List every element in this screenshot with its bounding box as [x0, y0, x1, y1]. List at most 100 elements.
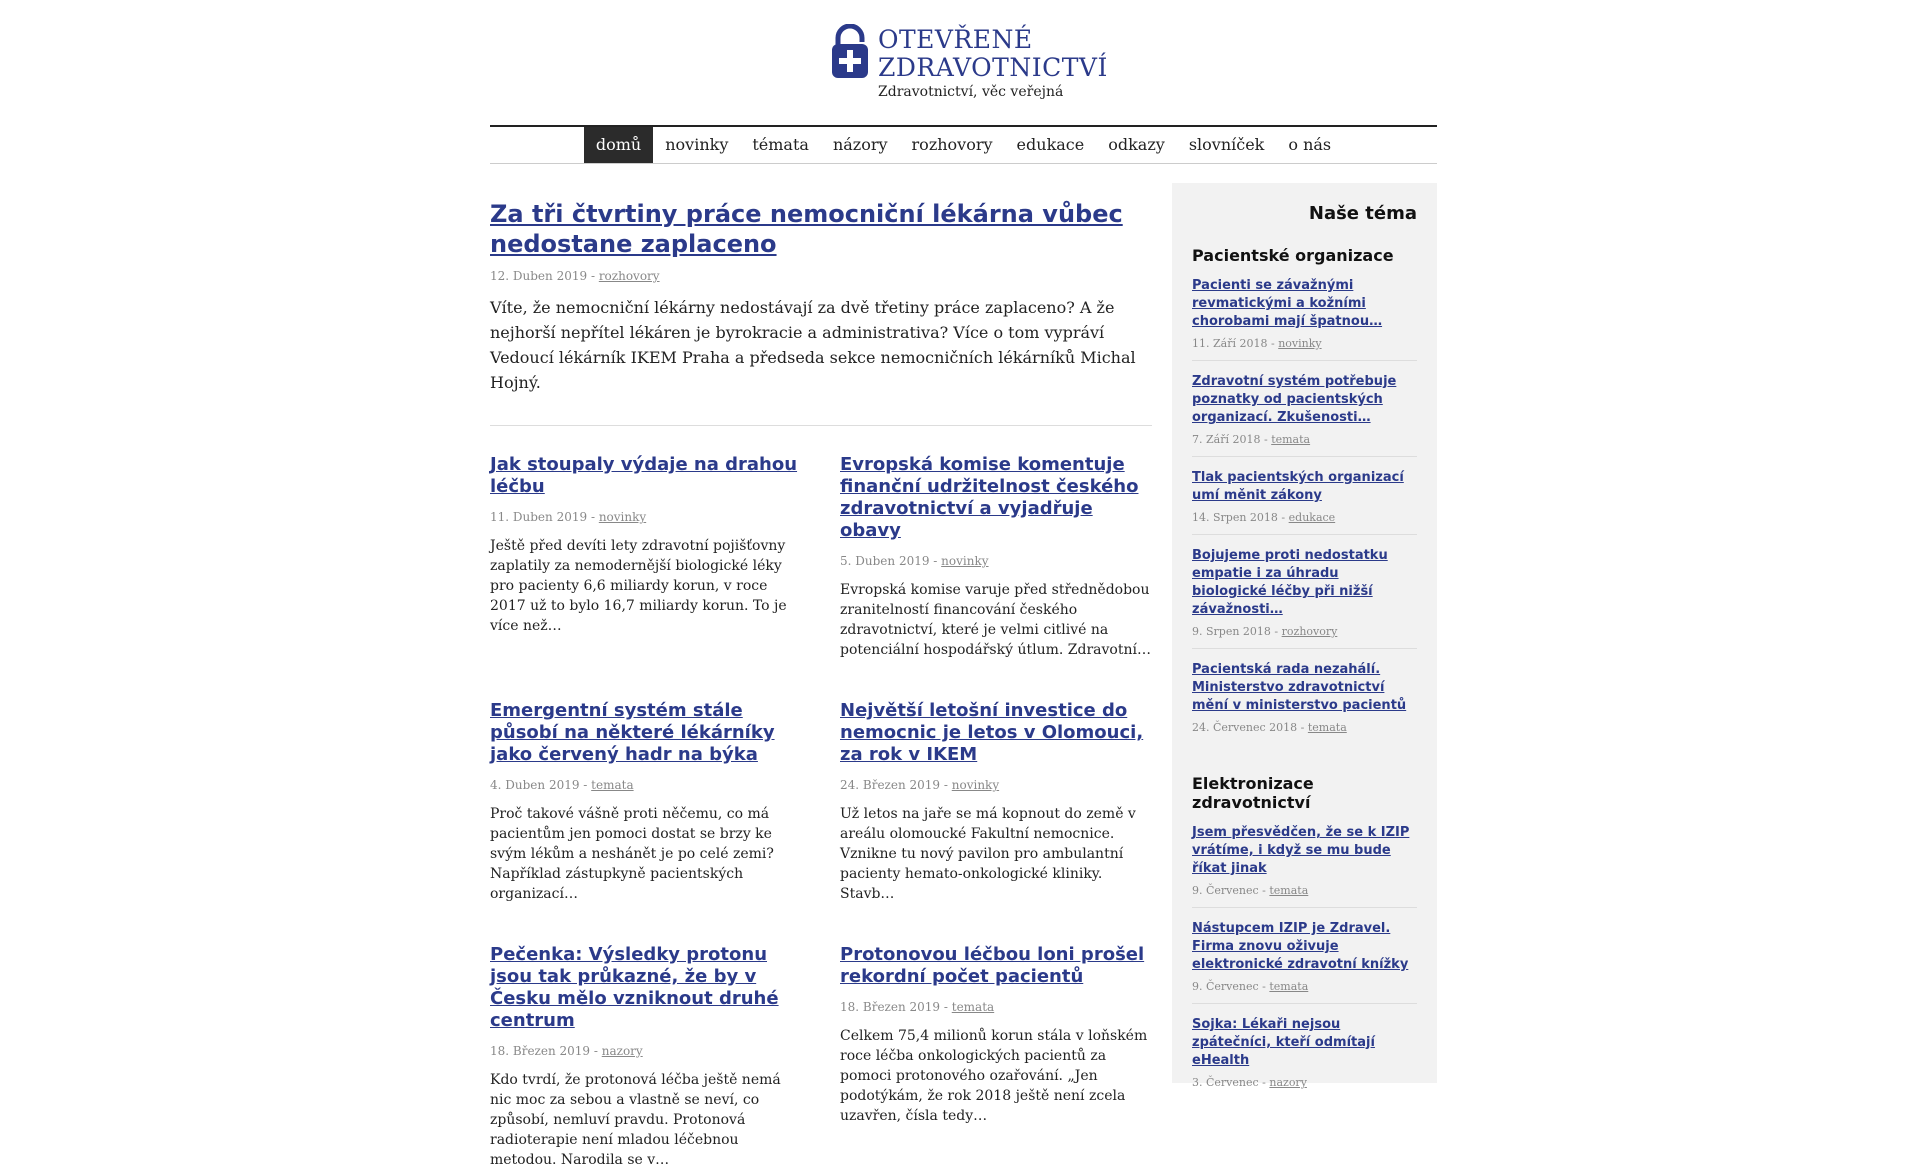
sidebar-article-meta: 3. Červenec - nazory	[1192, 1076, 1307, 1089]
article-card-date: 4. Duben 2019	[490, 778, 580, 792]
article-card-meta: 24. Březen 2019 - novinky	[840, 778, 1000, 792]
lead-article-category[interactable]: rozhovory	[599, 269, 660, 283]
article-card-category[interactable]: novinky	[952, 778, 999, 792]
main-content: Za tři čtvrtiny práce nemocniční lékárna…	[490, 185, 1152, 1170]
site-logo[interactable]: OTEVŘENÉ ZDRAVOTNICTVÍ Zdravotnictví, vě…	[830, 22, 1130, 112]
article-card-text: Už letos na jaře se má kopnout do země v…	[840, 806, 1136, 902]
article-card-category[interactable]: novinky	[941, 554, 988, 568]
sidebar-article-title[interactable]: Tlak pacientských organizací umí měnit z…	[1192, 469, 1417, 505]
article-card-meta: 4. Duben 2019 - temata	[490, 778, 634, 792]
article-card-meta: 5. Duben 2019 - novinky	[840, 554, 989, 568]
sidebar-section: Elektronizace zdravotnictví Jsem přesvědč…	[1192, 774, 1417, 1099]
sidebar-article-title[interactable]: Pacientská rada nezahálí. Ministerstvo z…	[1192, 661, 1417, 715]
article-card-text: Ještě před devíti lety zdravotní pojišťo…	[490, 538, 787, 634]
article-card: Pečenka: Výsledky protonu jsou tak průka…	[490, 944, 802, 1170]
article-card-text: Kdo tvrdí, že protonová léčba ještě nemá…	[490, 1072, 781, 1168]
padlock-cross-icon	[832, 24, 868, 78]
nav-item[interactable]: témata	[740, 127, 821, 163]
sidebar-article-category[interactable]: temata	[1269, 980, 1308, 993]
sidebar-article-title[interactable]: Jsem přesvědčen, že se k IZIP vrátíme, i…	[1192, 824, 1417, 878]
article-card-date: 11. Duben 2019	[490, 510, 588, 524]
article-card: Jak stoupaly výdaje na drahou léčbu 11. D…	[490, 454, 802, 660]
sidebar-article-category[interactable]: temata	[1269, 884, 1308, 897]
sidebar-article: Jsem přesvědčen, že se k IZIP vrátíme, i…	[1192, 824, 1417, 908]
sidebar-article: Bojujeme proti nedostatku empatie i za ú…	[1192, 547, 1417, 649]
article-card-meta: 11. Duben 2019 - novinky	[490, 510, 647, 524]
sidebar-article-category[interactable]: temata	[1271, 433, 1310, 446]
divider	[490, 425, 1152, 426]
lead-article-date: 12. Duben 2019	[490, 269, 588, 283]
sidebar-article-category[interactable]: rozhovory	[1282, 625, 1338, 638]
sidebar-article-date: 9. Červenec	[1192, 884, 1259, 897]
nav-item[interactable]: slovníček	[1177, 127, 1277, 163]
article-card-title[interactable]: Evropská komise komentuje finanční udrži…	[840, 454, 1152, 542]
article-card-category[interactable]: temata	[591, 778, 633, 792]
sidebar-article-category[interactable]: nazory	[1269, 1076, 1307, 1089]
nav-item[interactable]: o nás	[1276, 127, 1343, 163]
article-card: Největší letošní investice do nemocnic j…	[840, 700, 1152, 904]
nav-item[interactable]: novinky	[653, 127, 740, 163]
article-card: Emergentní systém stále působí na někter…	[490, 700, 802, 904]
sidebar-sections: Pacientské organizace Pacienti se závažný…	[1192, 246, 1417, 1099]
sidebar-article-title[interactable]: Zdravotní systém potřebuje poznatky od p…	[1192, 373, 1417, 427]
sidebar-article-meta: 24. Červenec 2018 - temata	[1192, 721, 1347, 734]
article-card-title[interactable]: Protonovou léčbou loni prošel rekordní p…	[840, 944, 1152, 988]
sidebar-article: Tlak pacientských organizací umí měnit z…	[1192, 469, 1417, 535]
article-card-date: 18. Březen 2019	[840, 1000, 941, 1014]
sidebar-article-meta: 9. Červenec - temata	[1192, 980, 1309, 993]
article-card-category[interactable]: nazory	[602, 1044, 643, 1058]
sidebar-article-meta: 11. Září 2018 - novinky	[1192, 337, 1322, 350]
article-card-date: 5. Duben 2019	[840, 554, 930, 568]
nav-item[interactable]: rozhovory	[900, 127, 1005, 163]
site-title-line2: ZDRAVOTNICTVÍ	[878, 53, 1108, 82]
article-card-title[interactable]: Emergentní systém stále působí na někter…	[490, 700, 802, 766]
sidebar-article-title[interactable]: Bojujeme proti nedostatku empatie i za ú…	[1192, 547, 1417, 619]
sidebar-article-category[interactable]: edukace	[1289, 511, 1336, 524]
article-card: Evropská komise komentuje finanční udrži…	[840, 454, 1152, 660]
sidebar-article-date: 11. Září 2018	[1192, 337, 1268, 350]
lead-article-title[interactable]: Za tři čtvrtiny práce nemocniční lékárna…	[490, 199, 1152, 259]
site-title-line1: OTEVŘENÉ	[878, 25, 1033, 54]
article-card-date: 24. Březen 2019	[840, 778, 941, 792]
article-card-category[interactable]: temata	[952, 1000, 994, 1014]
sidebar-article: Pacientská rada nezahálí. Ministerstvo z…	[1192, 661, 1417, 744]
nav-item[interactable]: edukace	[1005, 127, 1097, 163]
lead-article: Za tři čtvrtiny práce nemocniční lékárna…	[490, 199, 1152, 395]
sidebar-article-category[interactable]: temata	[1308, 721, 1347, 734]
sidebar-section: Pacientské organizace Pacienti se závažný…	[1192, 246, 1417, 744]
article-card-date: 18. Březen 2019	[490, 1044, 591, 1058]
nav-item[interactable]: domů	[583, 127, 654, 163]
nav-item[interactable]: názory	[821, 127, 900, 163]
nav-list: domů novinky témata názory rozhovory edukace o…	[490, 127, 1437, 163]
sidebar-article-date: 7. Září 2018	[1192, 433, 1261, 446]
article-card-title[interactable]: Pečenka: Výsledky protonu jsou tak průka…	[490, 944, 802, 1032]
sidebar-article-date: 9. Srpen 2018	[1192, 625, 1271, 638]
sidebar-article-meta: 14. Srpen 2018 - edukace	[1192, 511, 1336, 524]
article-card-category[interactable]: novinky	[599, 510, 646, 524]
lead-article-meta: 12. Duben 2019 - rozhovory	[490, 269, 660, 283]
nav-item[interactable]: odkazy	[1096, 127, 1177, 163]
sidebar-article-date: 3. Červenec	[1192, 1076, 1259, 1089]
sidebar-article-category[interactable]: novinky	[1278, 337, 1321, 350]
main-nav: domů novinky témata názory rozhovory edukace o…	[490, 125, 1437, 164]
article-card-title[interactable]: Největší letošní investice do nemocnic j…	[840, 700, 1152, 766]
sidebar-article-title[interactable]: Pacienti se závažnými revmatickými a kož…	[1192, 277, 1417, 331]
sidebar-article: Pacienti se závažnými revmatickými a kož…	[1192, 277, 1417, 361]
sidebar-article-date: 24. Červenec 2018	[1192, 721, 1298, 734]
sidebar-article: Zdravotní systém potřebuje poznatky od p…	[1192, 373, 1417, 457]
sidebar-article: Sojka: Lékaři nejsou zpátečníci, kteří o…	[1192, 1016, 1417, 1099]
sidebar-article-title[interactable]: Sojka: Lékaři nejsou zpátečníci, kteří o…	[1192, 1016, 1417, 1070]
sidebar-article-title[interactable]: Nástupcem IZIP je Zdravel. Firma znovu o…	[1192, 920, 1417, 974]
article-card-text: Evropská komise varuje před střednědobou…	[840, 582, 1151, 658]
sidebar-article-date: 14. Srpen 2018	[1192, 511, 1278, 524]
sidebar-section-title: Pacientské organizace	[1192, 246, 1394, 265]
article-card-text: Proč takové vášně proti něčemu, co má pa…	[490, 806, 774, 902]
sidebar-article-meta: 7. Září 2018 - temata	[1192, 433, 1311, 446]
sidebar-heading: Naše téma	[1308, 203, 1417, 224]
site-tagline: Zdravotnictví, věc veřejná	[878, 84, 1064, 100]
sidebar-article-meta: 9. Srpen 2018 - rozhovory	[1192, 625, 1338, 638]
sidebar: Naše téma Pacientské organizace Pacienti …	[1172, 183, 1437, 1089]
sidebar-section-title: Elektronizace zdravotnictví	[1192, 774, 1314, 812]
article-card-text: Celkem 75,4 milionů korun stála v loňské…	[840, 1028, 1148, 1124]
article-card-title[interactable]: Jak stoupaly výdaje na drahou léčbu	[490, 454, 802, 498]
